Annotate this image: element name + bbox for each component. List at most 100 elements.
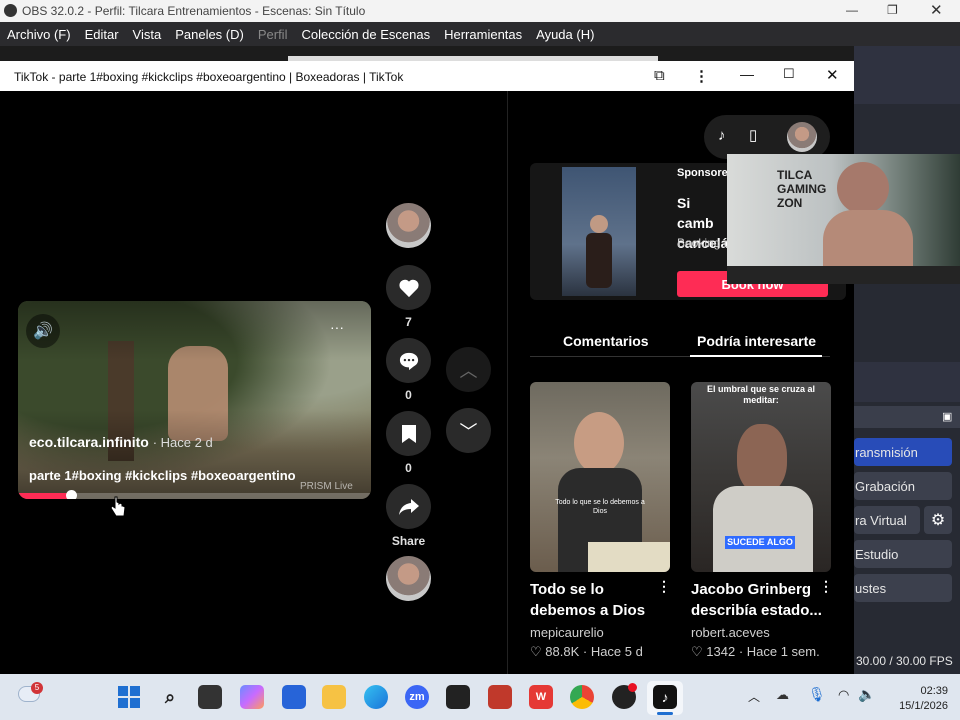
studio-mode-button[interactable]: Estudio: [854, 540, 952, 568]
clock[interactable]: 02:39 15/1/2026: [890, 684, 948, 714]
card2-more-icon[interactable]: ⋮: [819, 578, 833, 595]
video-time: · Hace 2 d: [152, 435, 213, 450]
card1-title[interactable]: Todo se lo debemos a Dios: [530, 579, 660, 621]
video-options-icon[interactable]: ···: [330, 319, 344, 335]
tiktok-taskbar-icon[interactable]: ♪: [653, 685, 677, 709]
active-app-indicator: [657, 712, 673, 715]
extensions-icon[interactable]: ⧉: [654, 67, 665, 84]
menu-perfil[interactable]: Perfil: [258, 27, 288, 42]
windows-start-icon[interactable]: [118, 686, 140, 708]
zoom-icon[interactable]: zm: [405, 685, 429, 709]
tiktok-logo-icon[interactable]: ♪: [718, 127, 726, 144]
comment-count: 0: [405, 388, 412, 402]
menu-editar[interactable]: Editar: [85, 27, 119, 42]
ad-domain: Booking.c: [677, 236, 730, 250]
task-view-icon[interactable]: [198, 685, 222, 709]
show-hidden-icons-chevron-icon[interactable]: ︿: [748, 688, 760, 705]
related-video-thumbnail-2[interactable]: El umbral que se cruza al meditar: SUCED…: [691, 382, 831, 572]
dock-panel: [854, 362, 960, 402]
card1-author[interactable]: mepicaurelio: [530, 625, 604, 640]
card2-face: [737, 424, 787, 494]
minimize-icon[interactable]: —: [846, 3, 858, 17]
card1-more-icon[interactable]: ⋮: [657, 578, 671, 595]
browser-close-icon[interactable]: ✕: [826, 66, 839, 84]
virtual-camera-settings-gear-icon[interactable]: ⚙: [924, 506, 952, 534]
browser-maximize-icon[interactable]: ☐: [783, 66, 795, 82]
top-actions-pill: ♪ ▯: [704, 115, 830, 159]
card1-book: [588, 542, 670, 572]
wifi-icon[interactable]: ◠: [838, 687, 849, 703]
save-count: 0: [405, 461, 412, 475]
menu-herramientas[interactable]: Herramientas: [444, 27, 522, 42]
start-streaming-button[interactable]: ransmisión: [854, 438, 952, 466]
creator-avatar-bottom[interactable]: [386, 556, 431, 601]
file-explorer-icon[interactable]: [322, 685, 346, 709]
progress-knob[interactable]: [65, 490, 77, 499]
progress-track[interactable]: [18, 490, 371, 499]
wps-icon[interactable]: W: [529, 685, 553, 709]
menu-ayuda[interactable]: Ayuda (H): [536, 27, 594, 42]
obs-titlebar: OBS 32.0.2 - Perfil: Tilcara Entrenamien…: [0, 0, 960, 22]
card2-body: [713, 486, 813, 572]
restore-icon[interactable]: ❐: [887, 3, 898, 17]
recording-dot: [628, 683, 637, 692]
dock-header: ▣: [854, 406, 960, 428]
comment-button[interactable]: [386, 338, 431, 383]
settings-label: ustes: [855, 580, 887, 596]
volume-tray-icon[interactable]: 🔈: [858, 686, 875, 703]
copilot-icon[interactable]: [240, 685, 264, 709]
related-video-thumbnail-1[interactable]: Todo lo que se lo debemos a Dios: [530, 382, 670, 572]
store-icon[interactable]: [282, 685, 306, 709]
share-button[interactable]: [386, 484, 431, 529]
tab-related[interactable]: Podría interesarte: [697, 333, 816, 349]
ad-person-body: [586, 233, 612, 288]
browser-titlebar: TikTok - parte 1#boxing #kickclips #boxe…: [0, 61, 854, 91]
start-recording-button[interactable]: Grabación: [854, 472, 952, 500]
previous-video-chevron-up-icon[interactable]: ︿: [446, 347, 491, 392]
undock-icon[interactable]: ▣: [942, 410, 952, 423]
card2-overlay-top: El umbral que se cruza al meditar:: [706, 384, 816, 405]
search-icon[interactable]: ⌕: [158, 685, 182, 709]
close-icon[interactable]: ✕: [930, 1, 943, 19]
creator-avatar[interactable]: [386, 203, 431, 248]
app-face-icon[interactable]: [446, 685, 470, 709]
obs-menubar: Archivo (F) Editar Vista Paneles (D) Per…: [0, 22, 960, 46]
webcam-overlay: TILCA GAMING ZON: [727, 154, 960, 284]
video-player[interactable]: 🔊 ··· eco.tilcara.infinito · Hace 2 d pa…: [18, 301, 371, 499]
tab-comments[interactable]: Comentarios: [563, 333, 649, 349]
chrome-icon[interactable]: [570, 685, 594, 709]
microphone-icon[interactable]: 🎙: [808, 686, 826, 703]
red-app-icon[interactable]: [488, 685, 512, 709]
ad-thumbnail: [562, 167, 636, 296]
share-arrow-icon: [398, 498, 419, 515]
save-button[interactable]: [386, 411, 431, 456]
menu-vista[interactable]: Vista: [133, 27, 162, 42]
mobile-icon[interactable]: ▯: [749, 126, 757, 144]
dock-top: [854, 46, 960, 104]
tab-title: TikTok - parte 1#boxing #kickclips #boxe…: [14, 70, 404, 84]
recording-label: Grabación: [855, 478, 915, 494]
sponsored-label: Sponsored: [677, 167, 735, 179]
streaming-label: ransmisión: [855, 444, 918, 460]
like-button[interactable]: [386, 265, 431, 310]
menu-paneles[interactable]: Paneles (D): [175, 27, 244, 42]
webcam-sign: TILCA GAMING ZON: [777, 168, 827, 210]
next-video-chevron-down-icon[interactable]: ﹀: [446, 408, 491, 453]
browser-minimize-icon[interactable]: —: [740, 66, 754, 82]
menu-archivo[interactable]: Archivo (F): [7, 27, 71, 42]
menu-coleccion[interactable]: Colección de Escenas: [301, 27, 430, 42]
volume-icon[interactable]: 🔊: [26, 314, 60, 348]
card2-overlay-bottom: SUCEDE ALGO: [725, 536, 795, 549]
video-caption: parte 1#boxing #kickclips #boxeoargentin…: [29, 468, 296, 483]
more-menu-icon[interactable]: ⋮: [694, 67, 709, 85]
card2-meta: ♡ 1342 · Hace 1 sem.: [691, 644, 820, 660]
webcam-desk: [727, 266, 960, 284]
video-author[interactable]: eco.tilcara.infinito: [29, 434, 149, 450]
card2-title[interactable]: Jacobo Grinberg describía estado...: [691, 579, 827, 621]
settings-button[interactable]: ustes: [854, 574, 952, 602]
user-avatar[interactable]: [787, 122, 817, 152]
onedrive-cloud-icon[interactable]: ☁: [776, 687, 789, 703]
card2-author[interactable]: robert.aceves: [691, 625, 770, 640]
edge-icon[interactable]: [364, 685, 388, 709]
virtual-camera-button[interactable]: ra Virtual: [854, 506, 920, 534]
